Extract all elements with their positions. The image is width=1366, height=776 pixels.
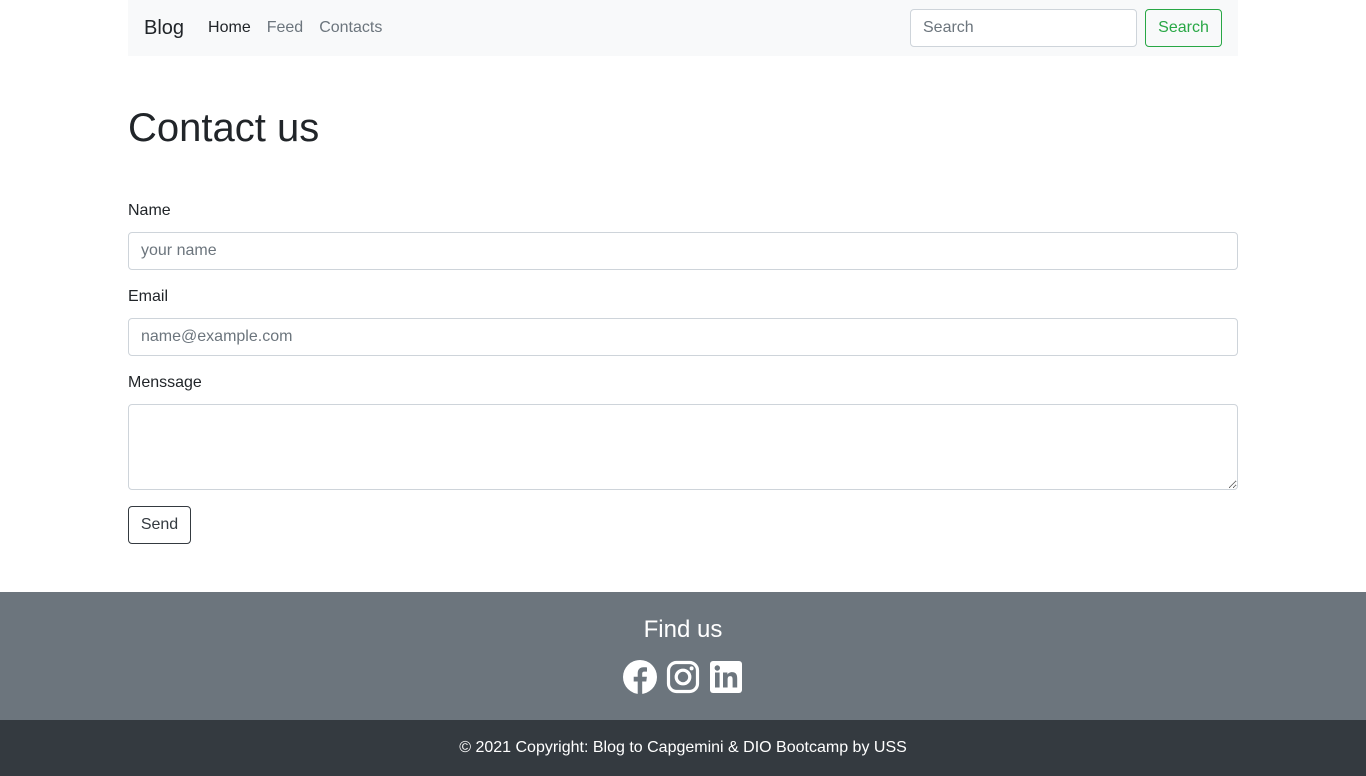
message-label: Menssage (128, 374, 202, 391)
social-links (623, 660, 743, 694)
copyright-text: © 2021 Copyright: Blog to Capgemini & DI… (459, 739, 907, 756)
search-input[interactable] (910, 9, 1137, 47)
footer-heading: Find us (643, 616, 723, 643)
brand-link[interactable]: Blog (144, 17, 184, 40)
page-title: Contact us (128, 106, 320, 150)
nav-links: Home Feed Contacts (208, 19, 382, 37)
name-input[interactable] (128, 232, 1238, 270)
search-form: Search (910, 9, 1222, 47)
search-button[interactable]: Search (1145, 9, 1222, 47)
send-button[interactable]: Send (128, 506, 191, 544)
nav-link-home[interactable]: Home (208, 19, 251, 37)
email-input[interactable] (128, 318, 1238, 356)
navbar: Blog Home Feed Contacts Search (128, 0, 1238, 56)
email-label: Email (128, 288, 169, 305)
message-textarea[interactable] (128, 404, 1238, 490)
facebook-icon[interactable] (623, 660, 657, 694)
nav-link-feed[interactable]: Feed (267, 19, 303, 37)
footer-copyright-bar: © 2021 Copyright: Blog to Capgemini & DI… (0, 720, 1366, 776)
linkedin-icon[interactable] (709, 660, 743, 694)
instagram-icon[interactable] (666, 660, 700, 694)
nav-link-contacts[interactable]: Contacts (319, 19, 382, 37)
name-label: Name (128, 202, 171, 219)
footer-find-us: Find us (0, 592, 1366, 720)
